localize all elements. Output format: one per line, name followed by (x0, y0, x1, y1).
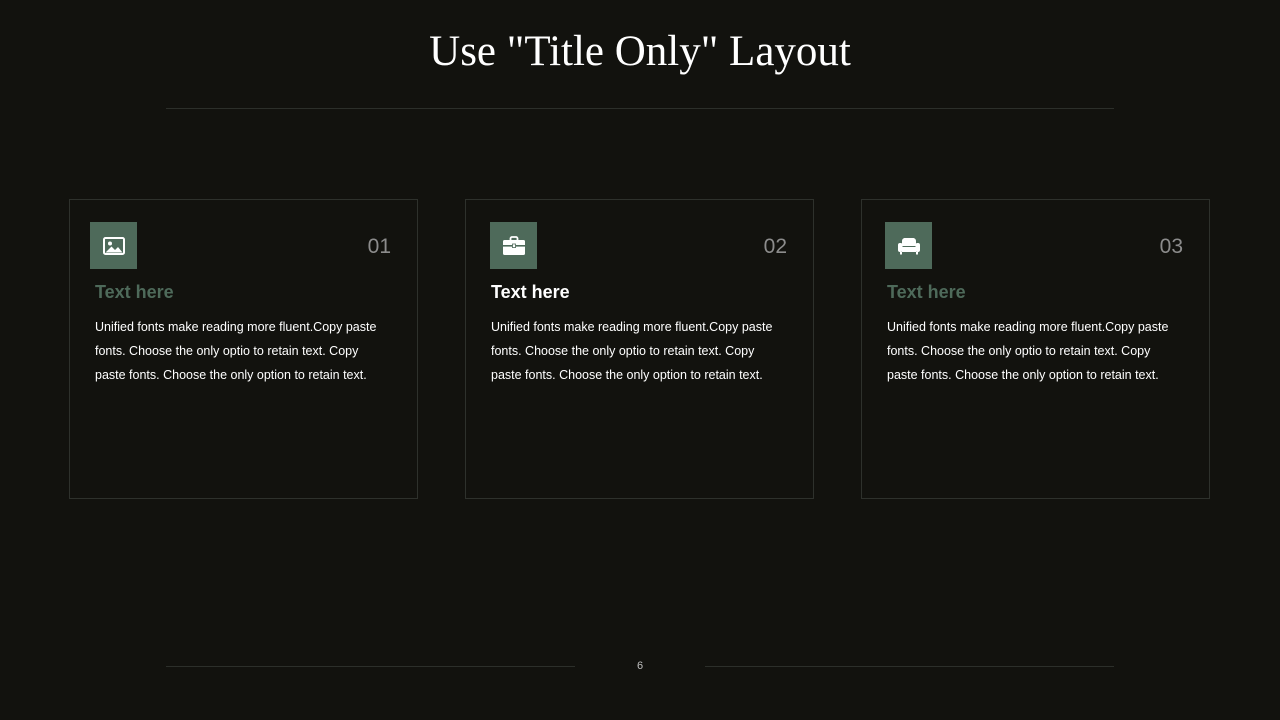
footer-divider-right (705, 666, 1114, 667)
page-number: 6 (636, 660, 644, 672)
card-number: 01 (367, 235, 391, 258)
armchair-icon (885, 222, 932, 269)
card-body-text: Unified fonts make reading more fluent.C… (95, 320, 377, 382)
feature-card-1: 01 Text here Unified fonts make reading … (69, 199, 418, 499)
card-heading: Text here (491, 282, 570, 302)
card-heading: Text here (95, 282, 174, 302)
card-heading: Text here (887, 282, 966, 302)
card-number: 03 (1159, 235, 1183, 258)
feature-card-2: 02 Text here Unified fonts make reading … (465, 199, 814, 499)
footer-divider-left (166, 666, 575, 667)
feature-card-3: 03 Text here Unified fonts make reading … (861, 199, 1210, 499)
title-divider (166, 108, 1114, 109)
image-icon (90, 222, 137, 269)
slide-title: Use "Title Only" Layout (429, 28, 851, 75)
briefcase-icon (490, 222, 537, 269)
card-number: 02 (763, 235, 787, 258)
card-body-text: Unified fonts make reading more fluent.C… (887, 320, 1169, 382)
card-body-text: Unified fonts make reading more fluent.C… (491, 320, 773, 382)
